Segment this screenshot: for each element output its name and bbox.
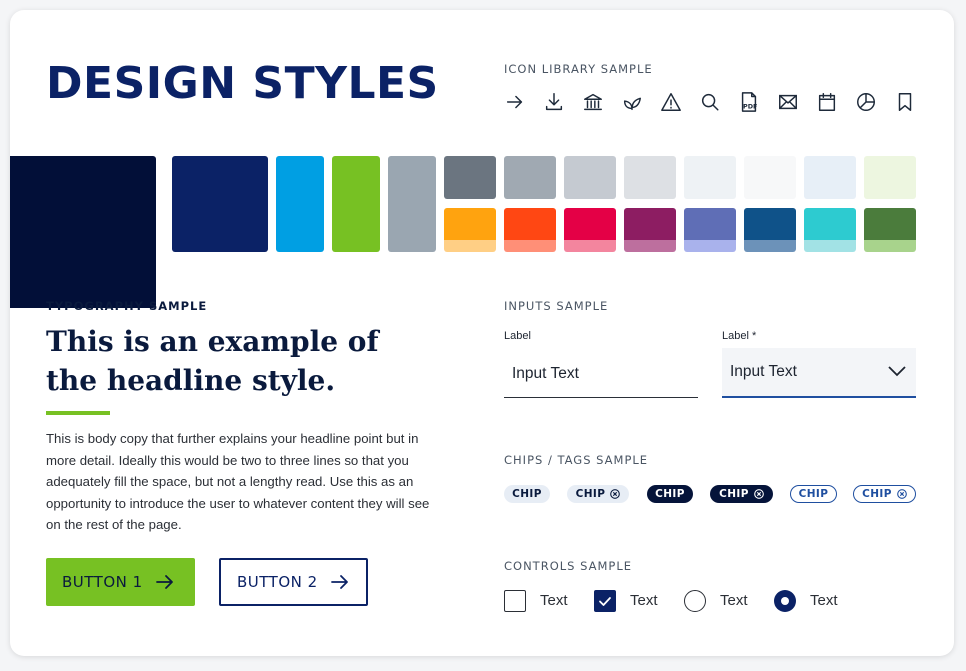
arrow-right-icon <box>155 575 173 589</box>
color-swatch-accent <box>624 208 676 252</box>
svg-text:PDF: PDF <box>743 102 757 110</box>
pdf-icon: PDF <box>738 90 777 114</box>
typography-heading: TYPOGRAPHY SAMPLE <box>46 299 208 313</box>
color-swatch-neutral <box>444 156 496 199</box>
button-1-label: BUTTON 1 <box>62 573 143 591</box>
color-swatch-primary <box>172 156 268 252</box>
icon-library: PDF <box>504 90 933 114</box>
search-icon <box>699 90 738 114</box>
button-1[interactable]: BUTTON 1 <box>46 558 195 606</box>
download-icon <box>543 90 582 114</box>
color-swatch-accent <box>564 208 616 252</box>
control-label: Text <box>630 592 658 609</box>
chip-label: CHIP <box>575 488 606 500</box>
color-swatch-neutral <box>744 156 796 199</box>
removable-chip[interactable]: CHIP <box>710 485 773 503</box>
color-swatch-neutral <box>624 156 676 199</box>
sample-body-copy: This is body copy that further explains … <box>46 431 430 532</box>
radio[interactable] <box>684 590 706 612</box>
icon-library-heading: ICON LIBRARY SAMPLE <box>504 62 653 76</box>
color-swatch-neutral <box>684 156 736 199</box>
color-swatch-primary <box>388 156 436 252</box>
controls-heading: CONTROLS SAMPLE <box>504 559 633 573</box>
warning-icon <box>660 90 699 114</box>
page-title: DESIGN STYLES <box>46 58 439 109</box>
arrow-right-icon <box>504 90 543 114</box>
color-swatch-neutral <box>504 156 556 199</box>
mail-icon <box>777 90 816 114</box>
select-input-value: Input Text <box>730 363 797 380</box>
chip-label: CHIP <box>512 488 542 500</box>
chips-heading: CHIPS / TAGS SAMPLE <box>504 453 649 467</box>
color-swatch-neutral <box>804 156 856 199</box>
color-swatch-accent <box>744 208 796 252</box>
removable-chip[interactable]: CHIP <box>567 485 629 503</box>
bank-icon <box>582 90 621 114</box>
arrow-right-icon <box>330 575 348 589</box>
button-2-label: BUTTON 2 <box>237 573 318 591</box>
checkbox[interactable] <box>504 590 526 612</box>
chevron-down-icon <box>888 366 906 377</box>
headline-accent-rule <box>46 411 110 415</box>
inputs-heading: INPUTS SAMPLE <box>504 299 609 313</box>
color-swatch-accent <box>504 208 556 252</box>
text-input[interactable]: Input Text <box>504 350 698 398</box>
field-1-label: Label <box>504 330 531 342</box>
radio-selected[interactable] <box>774 590 796 612</box>
color-swatch-accent <box>804 208 856 252</box>
chip-label: CHIP <box>719 488 749 500</box>
color-swatch-primary <box>332 156 380 252</box>
chip-label: CHIP <box>862 488 892 500</box>
removable-chip[interactable]: CHIP <box>853 485 916 503</box>
leaf-icon <box>621 90 660 114</box>
sample-headline: This is an example of the headline style… <box>46 325 379 397</box>
remove-circle-icon[interactable] <box>753 489 764 499</box>
color-swatch-accent <box>444 208 496 252</box>
color-swatch-primary <box>10 156 156 308</box>
text-input-value: Input Text <box>512 364 579 382</box>
color-swatch-primary <box>276 156 324 252</box>
color-swatch-accent <box>864 208 916 252</box>
bookmark-icon <box>894 90 933 114</box>
select-input[interactable]: Input Text <box>722 348 916 398</box>
control-label: Text <box>810 592 838 609</box>
remove-circle-icon[interactable] <box>610 489 621 499</box>
checkbox-checked[interactable] <box>594 590 616 612</box>
button-2[interactable]: BUTTON 2 <box>219 558 368 606</box>
chip-label: CHIP <box>655 488 685 500</box>
chip[interactable]: CHIP <box>647 485 693 503</box>
design-styles-card: DESIGN STYLES ICON LIBRARY SAMPLE PDF TY… <box>10 10 954 656</box>
color-swatch-neutral <box>864 156 916 199</box>
control-label: Text <box>540 592 568 609</box>
field-2-label: Label * <box>722 330 757 342</box>
control-label: Text <box>720 592 748 609</box>
calendar-icon <box>816 90 855 114</box>
color-swatch-accent <box>684 208 736 252</box>
remove-circle-icon[interactable] <box>896 489 907 499</box>
chip-label: CHIP <box>798 488 829 500</box>
color-swatch-neutral <box>564 156 616 199</box>
pie-chart-icon <box>855 90 894 114</box>
chip[interactable]: CHIP <box>504 485 550 503</box>
checkmark-icon <box>599 597 611 606</box>
chip[interactable]: CHIP <box>790 485 837 503</box>
